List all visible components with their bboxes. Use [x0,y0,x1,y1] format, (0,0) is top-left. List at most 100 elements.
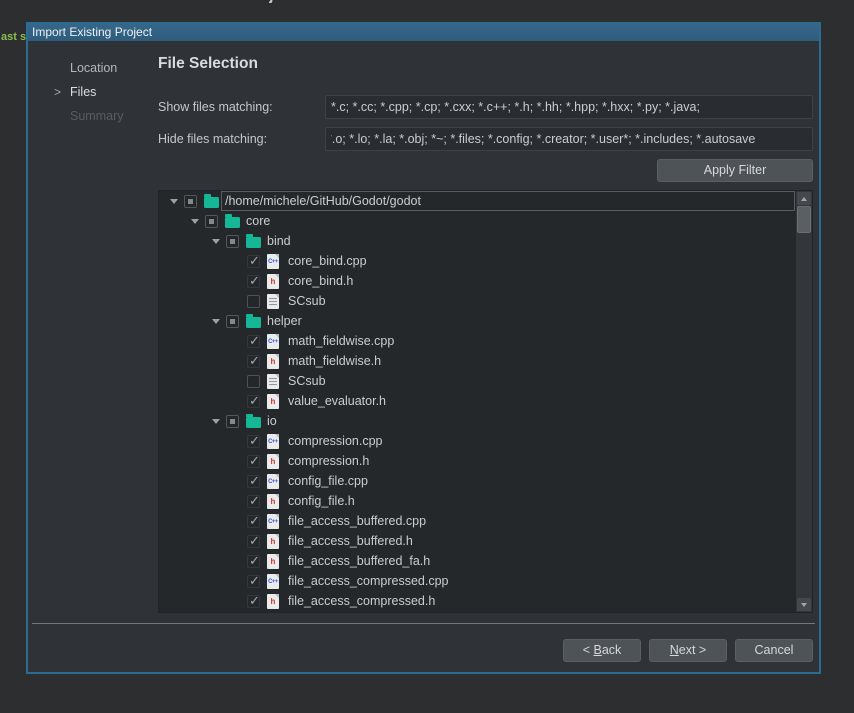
checkbox-slot [247,535,267,548]
checkbox-checked[interactable] [247,475,260,488]
checkbox-checked[interactable] [247,595,260,608]
tree-row[interactable]: C++config_file.cpp [159,471,796,491]
document-file-icon [267,294,279,309]
tree-row[interactable]: C++file_access_buffered.cpp [159,511,796,531]
h-icon-label: h [271,398,276,406]
icon-slot: C++ [267,514,288,529]
icon-slot [204,195,225,208]
desktop-background: Recent Projects ast s Import Existing Pr… [0,0,854,713]
tree-row[interactable]: hcore_bind.h [159,271,796,291]
checkbox-partial[interactable] [226,235,239,248]
expander-arrow-icon[interactable] [184,219,205,224]
checkbox-checked[interactable] [247,575,260,588]
checkbox-slot [247,435,267,448]
expander-arrow-icon[interactable] [205,419,226,424]
folder-icon [246,417,261,428]
wizard-steps-sidebar: Location>FilesSummary [52,56,152,128]
tree-item-label: core_bind.cpp [288,254,367,268]
folder-icon [225,217,240,228]
icon-slot: h [267,494,288,509]
tree-row[interactable]: SCsub [159,291,796,311]
checkbox-slot [247,455,267,468]
tree-row[interactable]: hfile_access_compressed.h [159,591,796,611]
checkbox-partial[interactable] [184,195,197,208]
scroll-up-button[interactable] [797,192,811,205]
checkbox-unchecked[interactable] [247,375,260,388]
tree-row[interactable]: io [159,411,796,431]
dialog-title: Import Existing Project [32,25,152,39]
icon-slot: h [267,534,288,549]
checkbox-checked[interactable] [247,455,260,468]
tree-item-label: file_access_compressed.h [288,594,435,608]
vertical-scrollbar[interactable] [796,191,812,612]
expander-arrow-icon[interactable] [205,239,226,244]
tree-row[interactable]: hvalue_evaluator.h [159,391,796,411]
cpp-file-icon: C++ [267,474,279,489]
tree-row[interactable]: helper [159,311,796,331]
checkbox-unchecked[interactable] [247,295,260,308]
next-button[interactable]: Next > [649,639,727,662]
icon-slot: h [267,554,288,569]
checkbox-checked[interactable] [247,335,260,348]
document-file-icon [267,374,279,389]
dialog-titlebar[interactable]: Import Existing Project [28,24,819,41]
checkbox-slot [247,375,267,388]
folder-icon [246,237,261,248]
scrollbar-thumb[interactable] [797,206,811,233]
checkbox-checked[interactable] [247,255,260,268]
tree-row[interactable]: C++compression.cpp [159,431,796,451]
icon-slot [267,374,288,389]
h-icon-label: h [271,538,276,546]
arrow-down-icon [801,603,807,607]
tree-row[interactable]: C++file_access_compressed.cpp [159,571,796,591]
checkbox-checked[interactable] [247,355,260,368]
header-file-icon: h [267,494,279,509]
cancel-button[interactable]: Cancel [735,639,813,662]
checkbox-partial[interactable] [226,315,239,328]
tree-item-label: SCsub [288,294,326,308]
tree-row[interactable]: SCsub [159,371,796,391]
checkbox-slot [247,255,267,268]
icon-slot: C++ [267,574,288,589]
expander-arrow-icon[interactable] [205,319,226,324]
checkbox-slot [247,295,267,308]
scroll-down-button[interactable] [797,598,811,611]
checkbox-partial[interactable] [226,415,239,428]
checkbox-checked[interactable] [247,555,260,568]
current-step-arrow-icon: > [52,85,70,99]
tree-row[interactable]: C++core_bind.cpp [159,251,796,271]
header-file-icon: h [267,534,279,549]
tree-row[interactable]: hfile_access_buffered_fa.h [159,551,796,571]
icon-slot [246,415,267,428]
checkbox-checked[interactable] [247,535,260,548]
triangle-down-icon [191,219,199,224]
tree-row[interactable]: hmath_fieldwise.h [159,351,796,371]
back-button[interactable]: < Back [563,639,641,662]
checkbox-checked[interactable] [247,275,260,288]
checkbox-checked[interactable] [247,435,260,448]
checkbox-checked[interactable] [247,395,260,408]
tree-item-label: file_access_buffered.h [288,534,413,548]
apply-filter-button[interactable]: Apply Filter [657,159,813,182]
checkbox-checked[interactable] [247,495,260,508]
h-icon-label: h [271,558,276,566]
checkbox-partial[interactable] [205,215,218,228]
tree-item-label: bind [267,234,291,248]
checkbox-checked[interactable] [247,515,260,528]
tree-row[interactable]: h file_access_buffered.h [159,531,796,551]
header-file-icon: h [267,394,279,409]
hide-files-matching-input[interactable] [325,127,813,151]
tree-item-label: config_file.h [288,494,355,508]
tree-row[interactable]: core [159,211,796,231]
show-files-matching-input[interactable] [325,95,813,119]
tree-row[interactable]: bind [159,231,796,251]
tree-row[interactable]: /home/michele/GitHub/Godot/godot [159,191,796,211]
checkbox-slot [247,495,267,508]
tree-row[interactable]: C++math_fieldwise.cpp [159,331,796,351]
triangle-down-icon [170,199,178,204]
header-file-icon: h [267,354,279,369]
sidebar-step-location: Location [52,56,152,80]
tree-row[interactable]: h config_file.h [159,491,796,511]
expander-arrow-icon[interactable] [163,199,184,204]
tree-row[interactable]: hcompression.h [159,451,796,471]
